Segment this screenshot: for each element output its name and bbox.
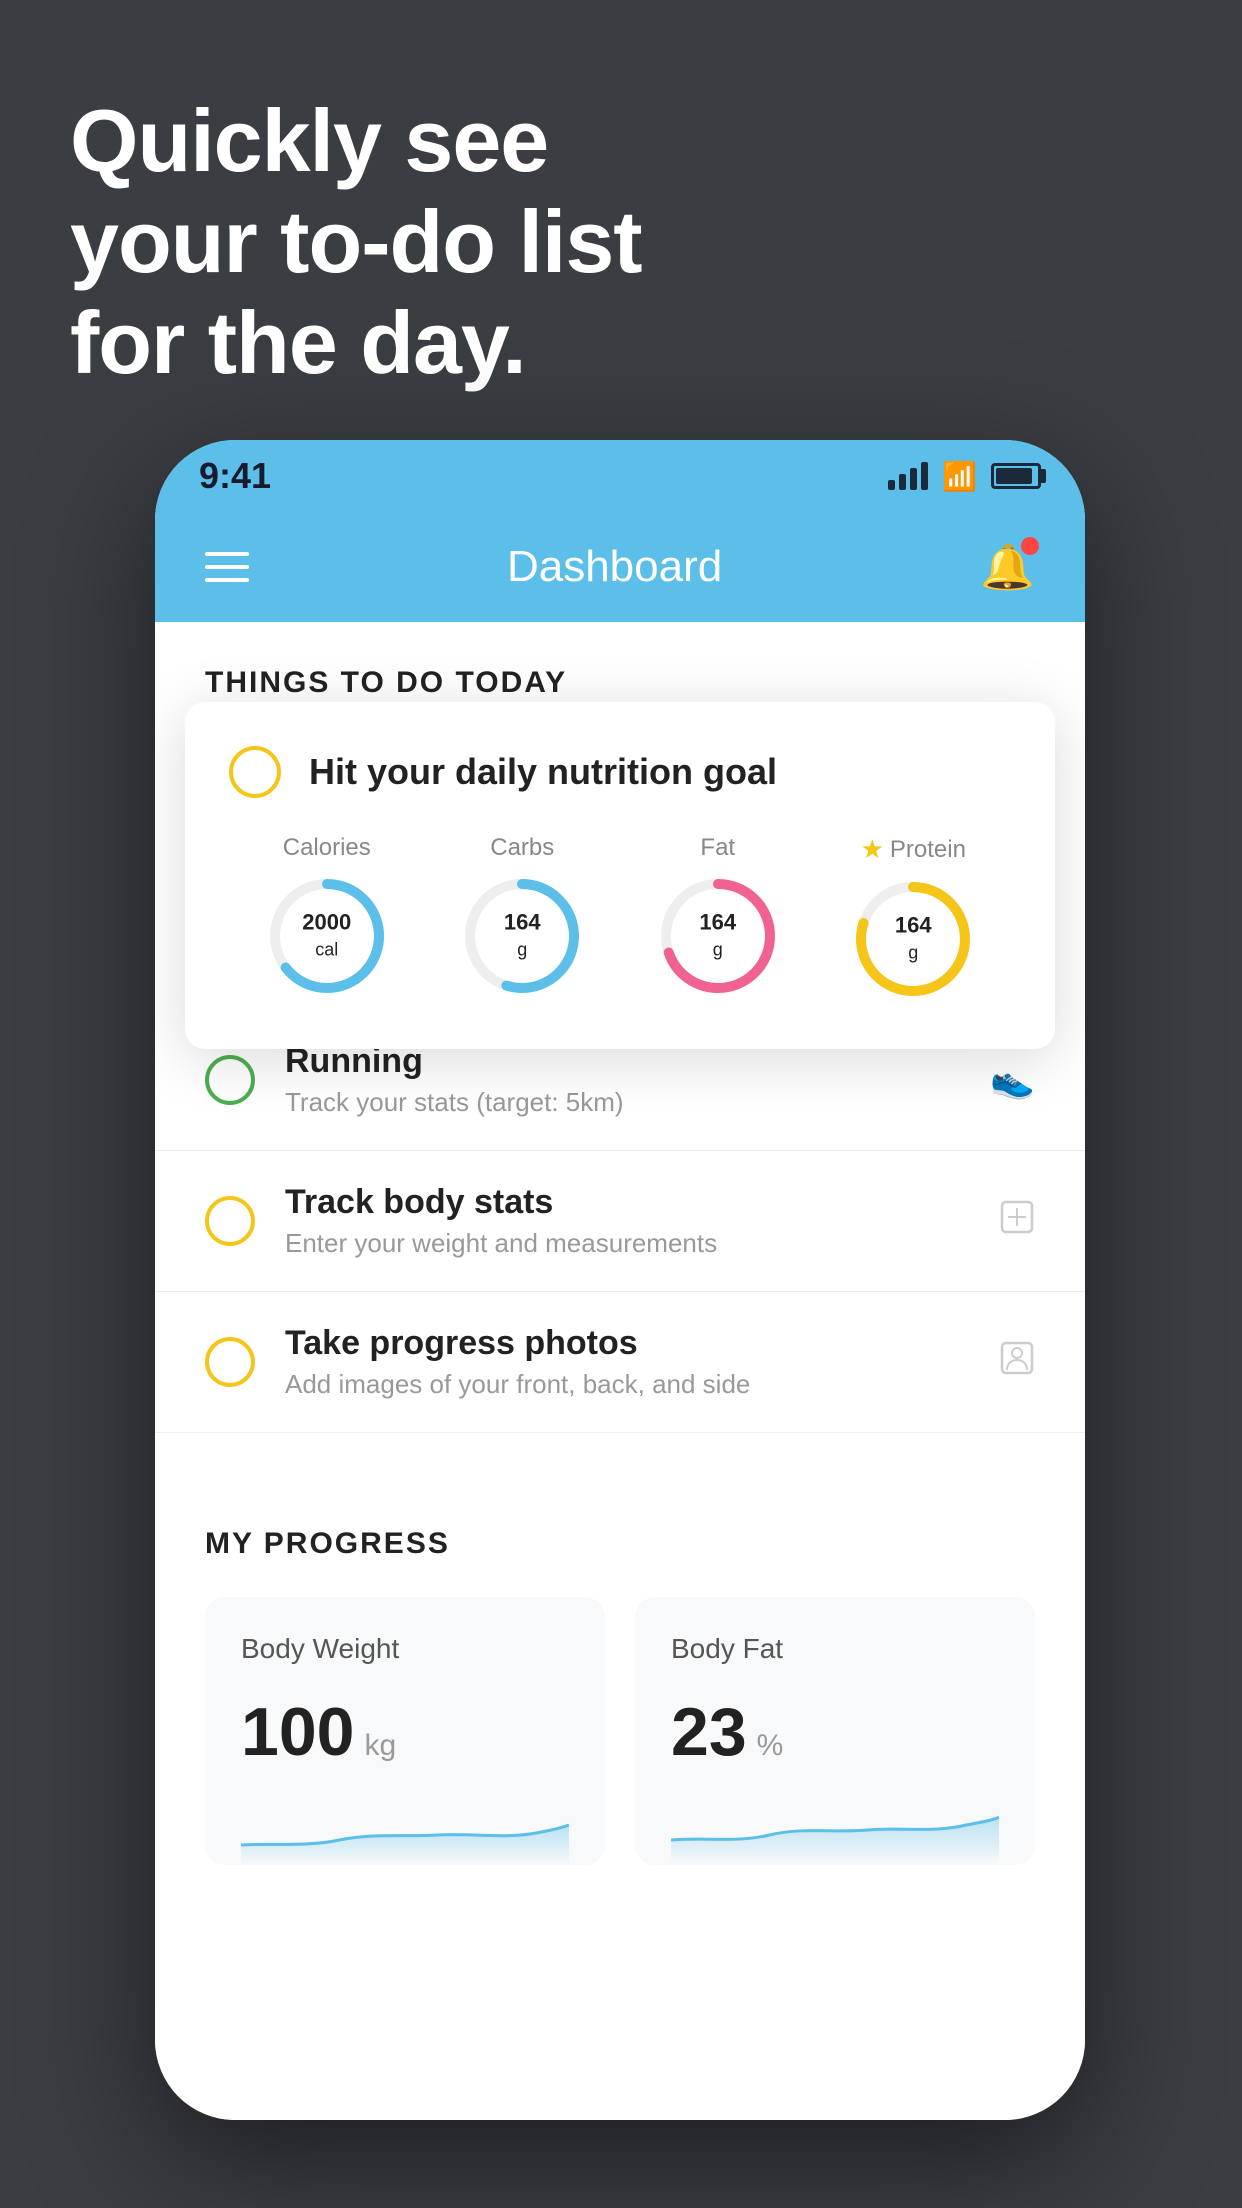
todo-title-photos: Take progress photos (285, 1324, 969, 1363)
status-bar: 9:41 📶 (155, 440, 1085, 512)
protein-label: ★ Protein (861, 834, 966, 865)
signal-icon (888, 462, 928, 490)
todo-text-photos: Take progress photos Add images of your … (285, 1324, 969, 1400)
carbs-value: 164g (504, 910, 541, 963)
todo-check-photos[interactable] (205, 1337, 255, 1387)
todo-text-body-stats: Track body stats Enter your weight and m… (285, 1183, 969, 1259)
progress-section: MY PROGRESS Body Weight 100 kg (155, 1483, 1085, 1909)
person-icon (999, 1340, 1035, 1385)
notification-badge (1021, 537, 1039, 555)
carbs-label: Carbs (490, 834, 554, 862)
todo-check-running[interactable] (205, 1055, 255, 1105)
carbs-chart: 164g (462, 876, 582, 996)
todo-title-body-stats: Track body stats (285, 1183, 969, 1222)
headline: Quickly see your to-do list for the day. (70, 90, 642, 394)
body-fat-unit: % (757, 1729, 784, 1763)
body-weight-label: Body Weight (241, 1633, 569, 1665)
notifications-button[interactable]: 🔔 (980, 541, 1035, 593)
nutrition-carbs: Carbs 164g (462, 834, 582, 996)
status-time: 9:41 (199, 455, 271, 497)
protein-chart: 164g (853, 879, 973, 999)
body-fat-value: 23 % (671, 1693, 999, 1771)
body-weight-chart (241, 1795, 569, 1865)
app-content: THINGS TO DO TODAY Hit your daily nutrit… (155, 622, 1085, 2120)
body-fat-label: Body Fat (671, 1633, 999, 1665)
body-fat-card: Body Fat 23 % (635, 1597, 1035, 1865)
nutrition-calories: Calories 2000cal (267, 834, 387, 996)
body-weight-unit: kg (364, 1729, 396, 1763)
protein-value: 164g (895, 913, 932, 966)
progress-cards: Body Weight 100 kg (205, 1597, 1035, 1865)
body-weight-card: Body Weight 100 kg (205, 1597, 605, 1865)
todo-check-body-stats[interactable] (205, 1196, 255, 1246)
body-fat-chart (671, 1795, 999, 1865)
body-weight-value: 100 kg (241, 1693, 569, 1771)
fat-chart: 164g (658, 876, 778, 996)
nav-title: Dashboard (507, 542, 722, 592)
todo-list: Running Track your stats (target: 5km) 👟… (155, 1010, 1085, 1433)
todo-item-photos[interactable]: Take progress photos Add images of your … (155, 1292, 1085, 1433)
calories-label: Calories (283, 834, 371, 862)
menu-button[interactable] (205, 552, 249, 582)
scale-icon (999, 1199, 1035, 1243)
nutrition-row: Calories 2000cal Carbs (229, 834, 1011, 999)
nutrition-card: Hit your daily nutrition goal Calories 2… (185, 702, 1055, 1049)
calories-value: 2000cal (302, 910, 351, 963)
progress-header: MY PROGRESS (205, 1527, 1035, 1561)
nutrition-fat: Fat 164g (658, 834, 778, 996)
card-title: Hit your daily nutrition goal (309, 751, 777, 793)
todo-subtitle-running: Track your stats (target: 5km) (285, 1087, 960, 1118)
todo-subtitle-body-stats: Enter your weight and measurements (285, 1228, 969, 1259)
wifi-icon: 📶 (942, 460, 977, 493)
star-icon: ★ (861, 834, 884, 865)
running-icon: 👟 (990, 1059, 1035, 1101)
body-weight-number: 100 (241, 1693, 354, 1771)
body-fat-number: 23 (671, 1693, 747, 1771)
calories-chart: 2000cal (267, 876, 387, 996)
nav-bar: Dashboard 🔔 (155, 512, 1085, 622)
status-icons: 📶 (888, 460, 1041, 493)
phone-mockup: 9:41 📶 Dashboard 🔔 THINGS TO DO TODAY (155, 440, 1085, 2120)
card-title-row: Hit your daily nutrition goal (229, 746, 1011, 798)
todo-subtitle-photos: Add images of your front, back, and side (285, 1369, 969, 1400)
battery-icon (991, 463, 1041, 489)
todo-text-running: Running Track your stats (target: 5km) (285, 1042, 960, 1118)
todo-check-nutrition[interactable] (229, 746, 281, 798)
nutrition-protein: ★ Protein 164g (853, 834, 973, 999)
todo-item-body-stats[interactable]: Track body stats Enter your weight and m… (155, 1151, 1085, 1292)
fat-label: Fat (700, 834, 735, 862)
fat-value: 164g (699, 910, 736, 963)
